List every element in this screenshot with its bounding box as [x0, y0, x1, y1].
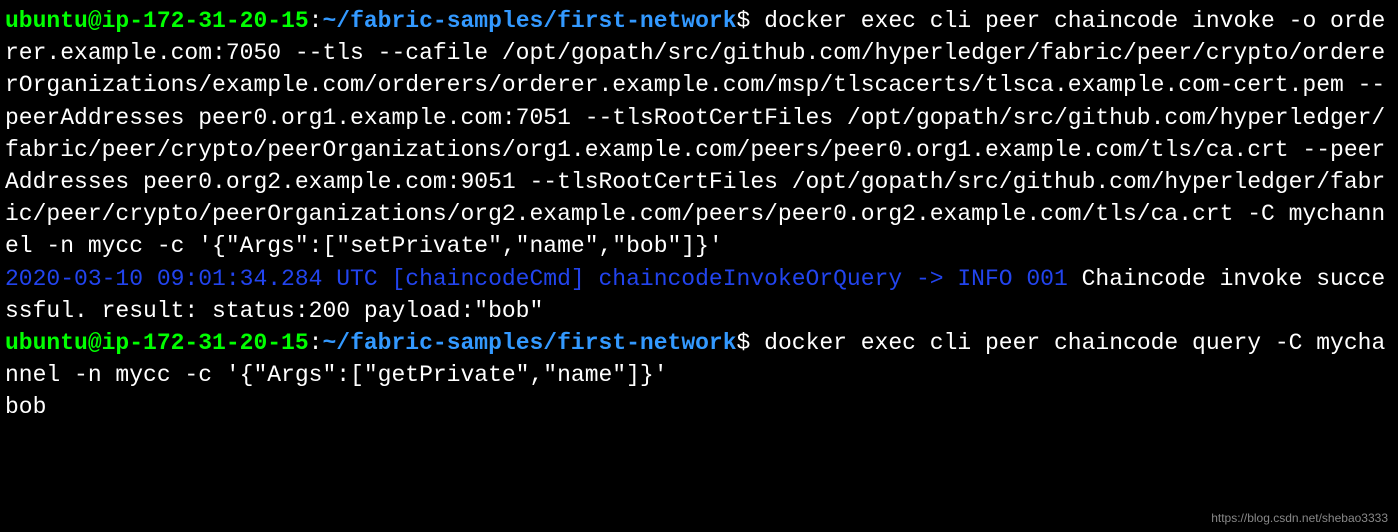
terminal-output[interactable]: ubuntu@ip-172-31-20-15:~/fabric-samples/… [5, 5, 1393, 423]
prompt-path: ~/fabric-samples/first-network [322, 330, 736, 356]
watermark-text: https://blog.csdn.net/shebao3333 [1211, 510, 1388, 527]
prompt-colon: : [309, 8, 323, 34]
command-text: docker exec cli peer chaincode invoke -o… [5, 8, 1385, 259]
prompt-user-host: ubuntu@ip-172-31-20-15 [5, 330, 309, 356]
output-text: bob [5, 394, 46, 420]
prompt-dollar: $ [737, 8, 751, 34]
prompt-dollar: $ [737, 330, 751, 356]
prompt-colon: : [309, 330, 323, 356]
prompt-path: ~/fabric-samples/first-network [322, 8, 736, 34]
log-info-prefix: 2020-03-10 09:01:34.284 UTC [chaincodeCm… [5, 266, 1068, 292]
prompt-user-host: ubuntu@ip-172-31-20-15 [5, 8, 309, 34]
